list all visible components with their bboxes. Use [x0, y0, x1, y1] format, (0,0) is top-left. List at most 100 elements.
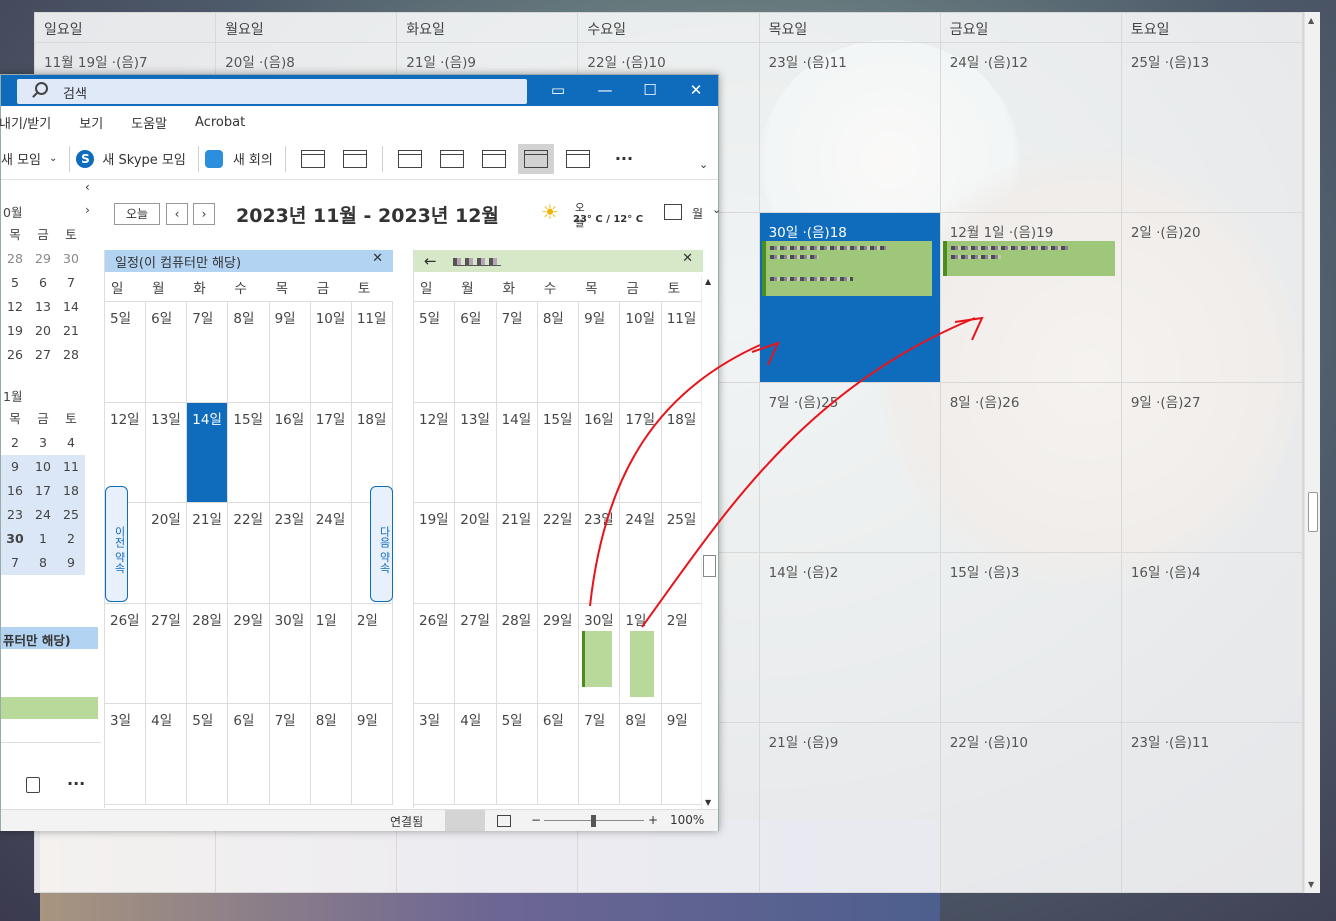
day-cell[interactable]: 7일 — [579, 704, 621, 804]
close-icon[interactable]: ✕ — [682, 251, 693, 266]
mini-day[interactable]: 27 — [29, 343, 57, 367]
prev-icon[interactable]: ‹ — [166, 203, 188, 225]
close-icon[interactable]: ✕ — [372, 251, 383, 266]
mini-day[interactable]: 1 — [29, 527, 57, 551]
next-7-days-icon[interactable] — [342, 149, 367, 168]
day-cell[interactable]: 17일 — [620, 402, 662, 503]
day-cell[interactable]: 15일 — [228, 402, 270, 503]
scroll-up-icon[interactable]: ▲ — [705, 277, 711, 286]
scroll-down-icon[interactable]: ▼ — [1308, 880, 1314, 889]
scroll-down-icon[interactable]: ▼ — [705, 798, 711, 807]
day-cell-with-event[interactable]: 30일 — [579, 603, 621, 704]
day-cell[interactable]: 2일 — [662, 603, 703, 704]
day-cell[interactable]: 27일 — [146, 603, 188, 704]
day-cell[interactable]: 3일 — [414, 704, 456, 804]
more-icon[interactable]: ··· — [615, 149, 633, 168]
day-cell[interactable]: 8일 — [228, 302, 270, 402]
day-cell[interactable]: 23일 — [579, 503, 621, 603]
day-cell[interactable]: 1일 — [311, 603, 352, 704]
go-to-today-icon[interactable] — [300, 149, 325, 168]
calendar-folder-selected[interactable]: 퓨터만 해당) — [1, 627, 98, 649]
day-cell[interactable]: 23일 ·(음)11 — [1122, 723, 1303, 893]
day-cell[interactable]: 6일 — [146, 302, 188, 402]
next-appointment-tab[interactable]: 다음 약속 — [370, 486, 393, 602]
day-cell[interactable]: 18일 — [662, 402, 703, 503]
mini-day[interactable]: 18 — [57, 479, 85, 503]
day-cell[interactable]: 7일 — [497, 302, 538, 402]
day-cell[interactable]: 5일 — [497, 704, 538, 804]
new-teams-meeting-button[interactable]: 새 회의 — [204, 142, 273, 176]
day-cell[interactable]: 5일 — [414, 302, 456, 402]
pane-tab[interactable]: 일정(이 컴퓨터만 해당) ✕ — [105, 250, 393, 272]
next-icon[interactable]: › — [193, 203, 215, 225]
mini-day[interactable]: 30 — [57, 247, 85, 271]
day-cell[interactable]: 24일 ·(음)12 — [941, 43, 1122, 212]
scrollbar-thumb[interactable] — [1308, 492, 1318, 532]
previous-appointment-tab[interactable]: 이전 약속 — [105, 486, 128, 602]
day-cell[interactable]: 8일 ·(음)26 — [941, 383, 1122, 552]
calendar-event[interactable] — [582, 630, 613, 687]
day-cell[interactable]: 14일 ·(음)2 — [760, 553, 941, 722]
pane-tab[interactable]: ← ✕ — [414, 250, 703, 272]
mini-day[interactable]: 26 — [1, 343, 29, 367]
day-cell[interactable]: 10일 — [311, 302, 352, 402]
day-cell[interactable]: 26일 — [105, 603, 147, 704]
day-cell[interactable]: 14일 — [497, 402, 538, 503]
background-scrollbar[interactable]: ▲ ▼ — [1304, 12, 1320, 893]
day-cell[interactable]: 28일 — [497, 603, 538, 704]
day-cell[interactable]: 21일 ·(음)9 — [760, 723, 941, 893]
tasks-icon[interactable] — [26, 777, 40, 793]
day-cell[interactable]: 16일 — [579, 402, 621, 503]
schedule-view-icon[interactable] — [565, 149, 590, 168]
normal-view-icon[interactable] — [445, 810, 485, 831]
mini-day[interactable]: 7 — [57, 271, 85, 295]
day-cell[interactable]: 2일 — [352, 603, 393, 704]
day-cell[interactable]: 11일 — [662, 302, 703, 402]
calendar-event[interactable] — [761, 241, 932, 296]
new-group-button[interactable]: 새 모임 ⌄ — [1, 142, 57, 176]
day-cell[interactable]: 5일 — [187, 704, 229, 804]
menu-send-receive[interactable]: 내기/받기 — [0, 113, 51, 132]
day-cell[interactable]: 4일 — [146, 704, 188, 804]
day-cell[interactable]: 12월 1일 ·(음)19 — [941, 213, 1122, 382]
week-view-icon[interactable] — [481, 149, 506, 168]
mini-day[interactable]: 28 — [57, 343, 85, 367]
day-cell[interactable]: 8일 — [620, 704, 662, 804]
overlay-arrow-icon[interactable]: ← — [424, 252, 437, 270]
day-cell[interactable]: 25일 — [662, 503, 703, 603]
collapse-chevron-icon[interactable]: ‹ — [85, 180, 90, 194]
day-cell[interactable]: 29일 — [538, 603, 580, 704]
day-cell[interactable]: 4일 — [455, 704, 497, 804]
mini-day[interactable]: 24 — [29, 503, 57, 527]
day-cell-selected[interactable]: 30일 ·(음)18 — [759, 213, 941, 382]
day-cell[interactable]: 3일 — [105, 704, 147, 804]
day-cell[interactable]: 9일 — [270, 302, 311, 402]
day-cell[interactable]: 17일 — [311, 402, 352, 503]
day-cell[interactable]: 20일 — [455, 503, 497, 603]
mini-day[interactable]: 4 — [57, 431, 85, 455]
day-cell[interactable]: 29일 — [228, 603, 270, 704]
vertical-scrollbar[interactable]: ▲ ▼ — [701, 275, 717, 809]
day-cell[interactable]: 11일 — [352, 302, 393, 402]
more-apps-icon[interactable]: ··· — [67, 774, 85, 793]
mini-day[interactable]: 9 — [1, 455, 29, 479]
day-cell[interactable]: 8일 — [311, 704, 352, 804]
day-cell-with-event[interactable]: 1일 — [620, 603, 662, 704]
day-cell-today[interactable]: 14일 — [187, 402, 229, 503]
day-cell[interactable]: 9일 ·(음)27 — [1122, 383, 1303, 552]
day-cell[interactable]: 9일 — [662, 704, 703, 804]
day-cell[interactable]: 15일 ·(음)3 — [941, 553, 1122, 722]
day-cell[interactable]: 23일 ·(음)11 — [760, 43, 941, 212]
day-cell[interactable]: 13일 — [146, 402, 188, 503]
day-cell[interactable]: 27일 — [455, 603, 497, 704]
day-cell[interactable]: 22일 ·(음)10 — [941, 723, 1122, 893]
mini-day[interactable]: 23 — [1, 503, 29, 527]
mini-day[interactable]: 7 — [1, 551, 29, 575]
calendar-icon[interactable] — [664, 204, 682, 220]
view-selector[interactable]: 월 — [692, 205, 703, 222]
mini-day[interactable]: 2 — [1, 431, 29, 455]
mini-day[interactable]: 16 — [1, 479, 29, 503]
day-cell[interactable]: 22일 — [538, 503, 580, 603]
scroll-up-icon[interactable]: ▲ — [1308, 16, 1314, 25]
day-cell[interactable]: 24일 — [620, 503, 662, 603]
